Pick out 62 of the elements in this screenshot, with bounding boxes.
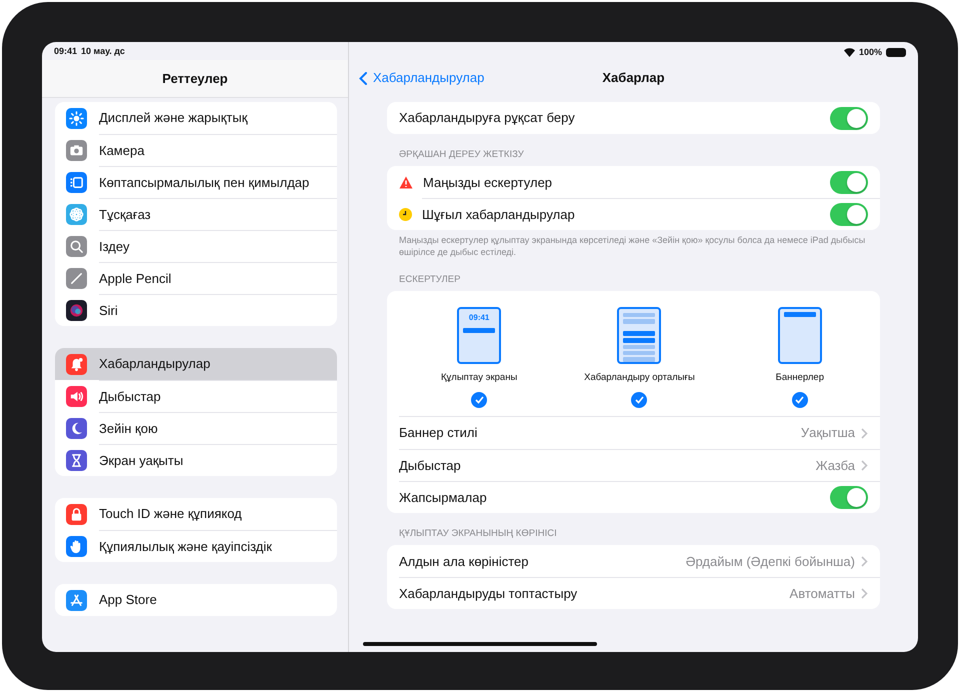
back-button[interactable]: Хабарландырулар xyxy=(349,68,484,88)
checkmark-icon[interactable] xyxy=(631,392,648,408)
sidebar-item[interactable]: Көптапсырмалылық пен қимылдар xyxy=(55,166,337,198)
sidebar-item[interactable]: Хабарландырулар xyxy=(55,348,337,380)
sidebar-item[interactable]: Дыбыстар xyxy=(55,380,337,412)
status-time: 09:41 xyxy=(54,46,78,56)
settings-row[interactable]: Баннер стилі Уақытша xyxy=(387,417,880,450)
sidebar-item[interactable]: Apple Pencil xyxy=(55,262,337,294)
section-footer: Маңызды ескертулер құлыптау экранында көрсетіледі және «Зейін қою» қосулы болса да немесе iPad дыбысы өшірілсе де дыбыс естіледі. xyxy=(387,230,880,259)
toggle-switch[interactable] xyxy=(830,106,868,130)
chevron-icon xyxy=(861,428,868,439)
sidebar-item[interactable]: Камера xyxy=(55,134,337,166)
checkmark-icon[interactable] xyxy=(471,392,488,408)
sidebar-item[interactable]: Зейін қою xyxy=(55,412,337,444)
tablet-drawing xyxy=(778,306,822,364)
wifi-icon xyxy=(844,48,855,57)
toggle-switch[interactable] xyxy=(830,203,868,226)
clock-icon xyxy=(399,208,412,221)
checkmark-icon[interactable] xyxy=(792,392,808,408)
battery-percent: 100% xyxy=(858,46,882,59)
sidebar-item[interactable]: Siri xyxy=(55,294,337,326)
sidebar-item[interactable]: Тұсқағаз xyxy=(55,198,337,230)
style-label: Баннерлер xyxy=(776,370,824,385)
clock-time: 09:41 xyxy=(468,312,490,324)
row-label: Дыбыстар xyxy=(399,456,462,475)
toggle-switch[interactable] xyxy=(830,170,868,194)
style-label: Құлыптау экраны xyxy=(441,370,518,385)
settings-row[interactable]: Хабарландыруды топтастыру Автоматты xyxy=(387,577,880,610)
settings-row[interactable]: Дыбыстар Жазба xyxy=(387,449,880,482)
sidebar-item[interactable]: App Store xyxy=(55,584,337,616)
row-value: Әрдайым (Әдепкі бойынша) xyxy=(686,552,855,571)
chevron-icon xyxy=(861,460,868,472)
row-label: Маңызды ескертулер xyxy=(423,174,554,192)
status-date: 10 мау. дс xyxy=(81,46,125,56)
section-header: ӘРҚАШАН ДЕРЕУ ЖЕТКІЗУ xyxy=(398,148,525,162)
warning-icon xyxy=(399,176,413,189)
row-label: Шұғыл хабарландырулар xyxy=(422,206,576,224)
row-label: Баннер стилі xyxy=(399,424,478,442)
sidebar-item[interactable]: Іздеу xyxy=(55,230,337,262)
settings-row[interactable]: Алдын ала көріністер Әрдайым (Әдепкі бойынша) xyxy=(387,545,880,578)
row-value: Уақытша xyxy=(800,424,855,442)
chevron-icon xyxy=(861,588,868,600)
sidebar-item[interactable]: Дисплей және жарықтық xyxy=(55,102,337,134)
back-chevron-icon xyxy=(359,72,367,84)
row-label: Хабарландыруды топтастыру xyxy=(399,585,578,604)
page-title: Хабарлар xyxy=(602,70,665,86)
sidebar-item[interactable]: Touch ID және құпиякод xyxy=(55,498,337,530)
style-label: Хабарландыру орталығы xyxy=(584,370,695,385)
sidebar-title: Реттеулер xyxy=(162,70,228,88)
sidebar-item[interactable]: Экран уақыты xyxy=(55,444,337,476)
toggle-switch[interactable] xyxy=(830,486,868,510)
chevron-icon xyxy=(861,556,868,567)
section-header: ҚҰЛЫПТАУ ЭКРАНЫНЫҢ КӨРІНІСІ xyxy=(398,527,558,542)
row-label: Хабарландыруға рұқсат беру xyxy=(399,109,576,128)
battery-icon xyxy=(886,48,906,57)
sidebar-item[interactable]: Құпиялылық және қауіпсіздік xyxy=(55,530,337,562)
row-value: Жазба xyxy=(816,456,855,475)
row-value: Автоматты xyxy=(790,585,855,604)
section-header: ЕСКЕРТУЛЕР xyxy=(398,272,462,287)
row-label: Алдын ала көріністер xyxy=(399,552,530,571)
row-label: Жапсырмалар xyxy=(399,488,488,507)
tablet-drawing xyxy=(617,306,662,364)
